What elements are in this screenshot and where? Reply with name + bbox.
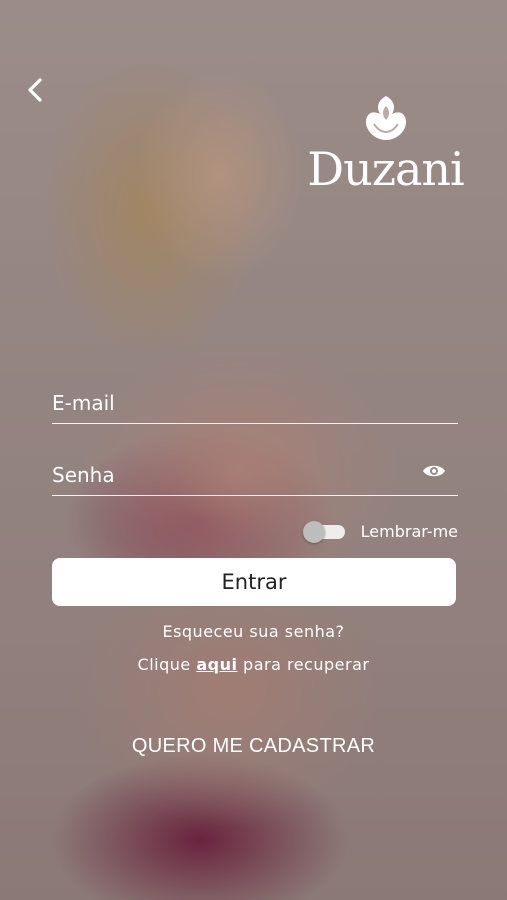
brand-logo: Duzani: [298, 92, 473, 192]
password-field[interactable]: [52, 448, 458, 495]
password-field-container: [52, 448, 458, 496]
brand-name: Duzani: [307, 142, 465, 196]
register-link[interactable]: QUERO ME CADASTRAR: [0, 735, 507, 758]
toggle-knob: [302, 521, 325, 543]
remember-me: Lembrar-me: [302, 521, 458, 543]
email-field[interactable]: [52, 376, 458, 423]
recover-prefix: Clique: [137, 655, 191, 674]
rose-icon: [365, 96, 406, 140]
remember-toggle[interactable]: [302, 521, 347, 543]
recover-link[interactable]: aqui: [196, 655, 237, 674]
eye-icon[interactable]: [422, 462, 446, 480]
remember-label: Lembrar-me: [360, 521, 458, 541]
chevron-left-icon: [28, 78, 42, 102]
recover-suffix: para recuperar: [243, 655, 370, 674]
enter-button[interactable]: Entrar: [52, 558, 456, 606]
recover-password-line: Clique aqui para recuperar: [0, 655, 507, 674]
email-field-container: [52, 376, 458, 424]
forgot-password-text: Esqueceu sua senha?: [162, 622, 345, 641]
back-button[interactable]: [18, 70, 54, 110]
